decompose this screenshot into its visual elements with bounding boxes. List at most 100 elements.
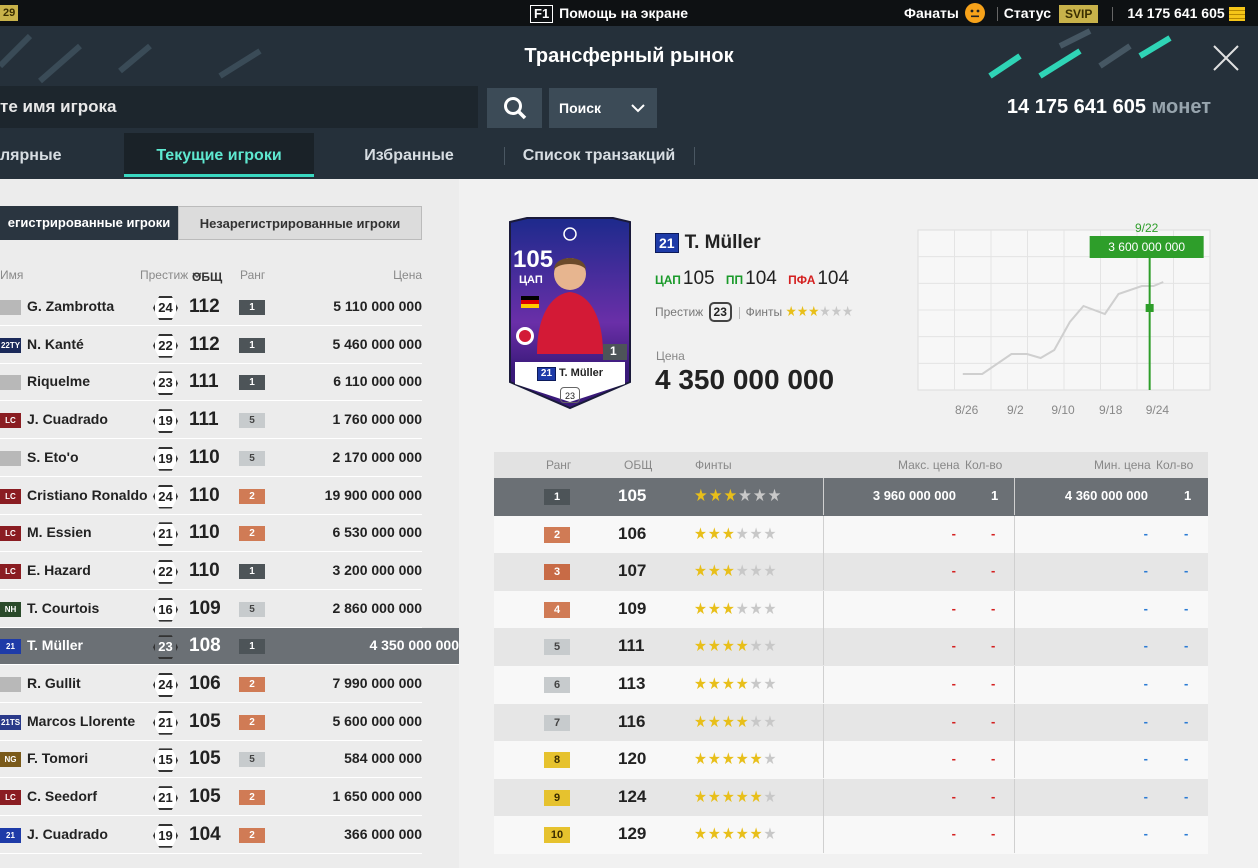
divider — [1014, 741, 1015, 779]
divider — [823, 778, 824, 816]
player-row[interactable]: NG F. Tomori 15 105 5 584 000 000 — [0, 741, 422, 779]
skill-stars: ★★★★★★ — [694, 524, 777, 544]
player-row[interactable]: LC E. Hazard 22 110 1 3 200 000 000 — [0, 553, 422, 590]
rank-row[interactable]: 9 124 ★★★★★★ - - - - — [494, 778, 1208, 817]
divider — [823, 703, 824, 741]
rank-row[interactable]: 3 107 ★★★★★★ - - - - — [494, 553, 1208, 591]
player-card[interactable]: 105 ЦАП 1 21 T. Müller 23 — [507, 214, 633, 410]
star-icon: ★ — [749, 600, 764, 618]
level-badge: 29 — [0, 5, 19, 21]
rank-row[interactable]: 6 113 ★★★★★★ - - - - — [494, 666, 1208, 704]
rank-badge: 9 — [544, 789, 570, 806]
tab-current-players[interactable]: Текущие игроки — [124, 133, 314, 177]
min-price: - — [1143, 563, 1148, 579]
rank-badge: 2 — [239, 790, 265, 806]
rank-row[interactable]: 8 120 ★★★★★★ - - - - — [494, 741, 1208, 779]
chevron-down-icon — [631, 88, 645, 128]
player-row[interactable]: 21TS Marcos Llorente 21 105 2 5 600 000 000 — [0, 704, 422, 741]
close-button[interactable] — [1210, 42, 1242, 74]
player-row[interactable]: NH T. Courtois 16 109 5 2 860 000 000 — [0, 591, 422, 628]
price-history-chart: 3 600 000 000 9/22 8/26 9/2 9/10 9/18 9/24 — [917, 221, 1211, 417]
player-search-input[interactable]: те имя игрока — [0, 86, 478, 128]
rank-row[interactable]: 1 105 ★★★★★★ 3 960 000 000 1 4 360 000 000 1 — [494, 478, 1208, 516]
player-title: 21 T. Müller — [655, 232, 761, 254]
player-row[interactable]: LC M. Essien 21 110 2 6 530 000 000 — [0, 515, 422, 553]
divider — [1014, 553, 1015, 591]
divider — [823, 478, 824, 515]
tab-popular-players[interactable]: лярные игроки — [0, 133, 110, 210]
star-icon: ★ — [708, 486, 724, 505]
col-price[interactable]: Цена — [393, 268, 422, 282]
player-price: 3 200 000 000 — [332, 561, 422, 578]
tab-favorites[interactable]: Избранные — [314, 133, 504, 177]
rank-row[interactable]: 4 109 ★★★★★★ - - - - — [494, 590, 1208, 629]
star-icon: ★ — [749, 676, 764, 693]
divider — [1014, 816, 1015, 854]
position-ratings: ЦАП 105 ПП 104 ПФА 104 — [655, 268, 849, 290]
help-link[interactable]: F1 Помощь на экране — [530, 0, 688, 26]
rank-badge: 2 — [239, 827, 265, 843]
star-icon: ★ — [796, 303, 809, 319]
player-row[interactable]: G. Zambrotta 24 112 1 5 110 000 000 — [0, 289, 422, 326]
player-row[interactable]: LC J. Cuadrado 19 111 5 1 760 000 000 — [0, 402, 422, 440]
rank-row[interactable]: 2 106 ★★★★★★ - - - - — [494, 515, 1208, 554]
star-icon: ★ — [763, 563, 778, 581]
prestige-badge: 19 — [153, 446, 178, 471]
star-icon: ★ — [721, 826, 736, 844]
col-prestige[interactable]: Престиж — [140, 268, 188, 282]
rank-row[interactable]: 10 129 ★★★★★★ - - - - — [494, 816, 1208, 854]
coin-balance-display: 14 175 641 605 монет — [1007, 96, 1211, 119]
min-qty: - — [1184, 826, 1189, 842]
skill-stars: ★★★★★★ — [694, 712, 777, 732]
star-icon: ★ — [763, 525, 778, 543]
search-mode-dropdown[interactable]: Поиск — [549, 88, 657, 128]
card-ovr: 105 — [513, 246, 554, 273]
chart-x-tick-label: 9/24 — [1146, 403, 1170, 417]
player-row[interactable]: LC Cristiano Ronaldo 24 110 2 19 900 000 000 — [0, 478, 422, 515]
divider — [823, 515, 824, 553]
card-name: T. Müller — [559, 367, 604, 379]
player-row[interactable]: S. Eto'o 19 110 5 2 170 000 000 — [0, 440, 422, 477]
unregistered-players-tab[interactable]: Незарегистрированные игроки — [178, 206, 422, 240]
rank-badge: 1 — [239, 563, 265, 579]
star-icon: ★ — [763, 788, 778, 806]
divider — [823, 666, 824, 703]
chart-marker-point — [1145, 304, 1154, 312]
player-row[interactable]: 22TY N. Kanté 22 112 1 5 460 000 000 — [0, 327, 422, 364]
rank-ovr: 129 — [618, 824, 647, 844]
rank-row[interactable]: 7 116 ★★★★★★ - - - - — [494, 703, 1208, 742]
club-badge-icon — [0, 677, 21, 692]
min-price: - — [1143, 713, 1148, 729]
col-name[interactable]: Имя — [0, 268, 23, 282]
prestige-badge: 23 — [708, 302, 732, 322]
prestige-badge: 21 — [153, 786, 178, 811]
tab-transactions[interactable]: Список транзакций — [504, 133, 694, 177]
min-qty: - — [1184, 713, 1189, 729]
max-qty: - — [991, 563, 996, 579]
player-ovr: 112 — [189, 333, 220, 355]
star-icon: ★ — [694, 638, 708, 656]
search-button[interactable] — [487, 88, 542, 128]
player-row[interactable]: R. Gullit 24 106 2 7 990 000 000 — [0, 666, 422, 703]
player-name: Marcos Llorente — [27, 712, 136, 729]
player-ovr: 110 — [189, 446, 220, 468]
col-rank[interactable]: Ранг — [240, 268, 265, 282]
divider — [1014, 590, 1015, 628]
prestige-badge: 21 — [153, 710, 178, 735]
player-row[interactable]: 21 J. Cuadrado 19 104 2 366 000 000 — [0, 817, 422, 854]
player-name: T. Müller — [684, 232, 761, 253]
max-qty: - — [991, 676, 996, 691]
player-row[interactable]: 21 T. Müller 23 108 1 4 350 000 000 — [0, 628, 459, 666]
min-qty: - — [1184, 676, 1189, 691]
player-ovr: 106 — [189, 673, 221, 694]
max-price: 3 960 000 000 — [872, 488, 956, 503]
star-icon: ★ — [721, 638, 736, 656]
player-row[interactable]: LC C. Seedorf 21 105 2 1 650 000 000 — [0, 779, 422, 817]
col-ovr[interactable]: ОБЩ — [192, 268, 222, 284]
registered-players-tab[interactable]: егистрированные игроки — [0, 206, 178, 240]
player-row[interactable]: Riquelme 23 111 1 6 110 000 000 — [0, 364, 422, 402]
status-label: Статус — [1003, 5, 1051, 21]
min-qty: - — [1184, 751, 1189, 767]
fans-label: Фанаты — [904, 5, 959, 21]
rank-row[interactable]: 5 111 ★★★★★★ - - - - — [494, 628, 1208, 666]
